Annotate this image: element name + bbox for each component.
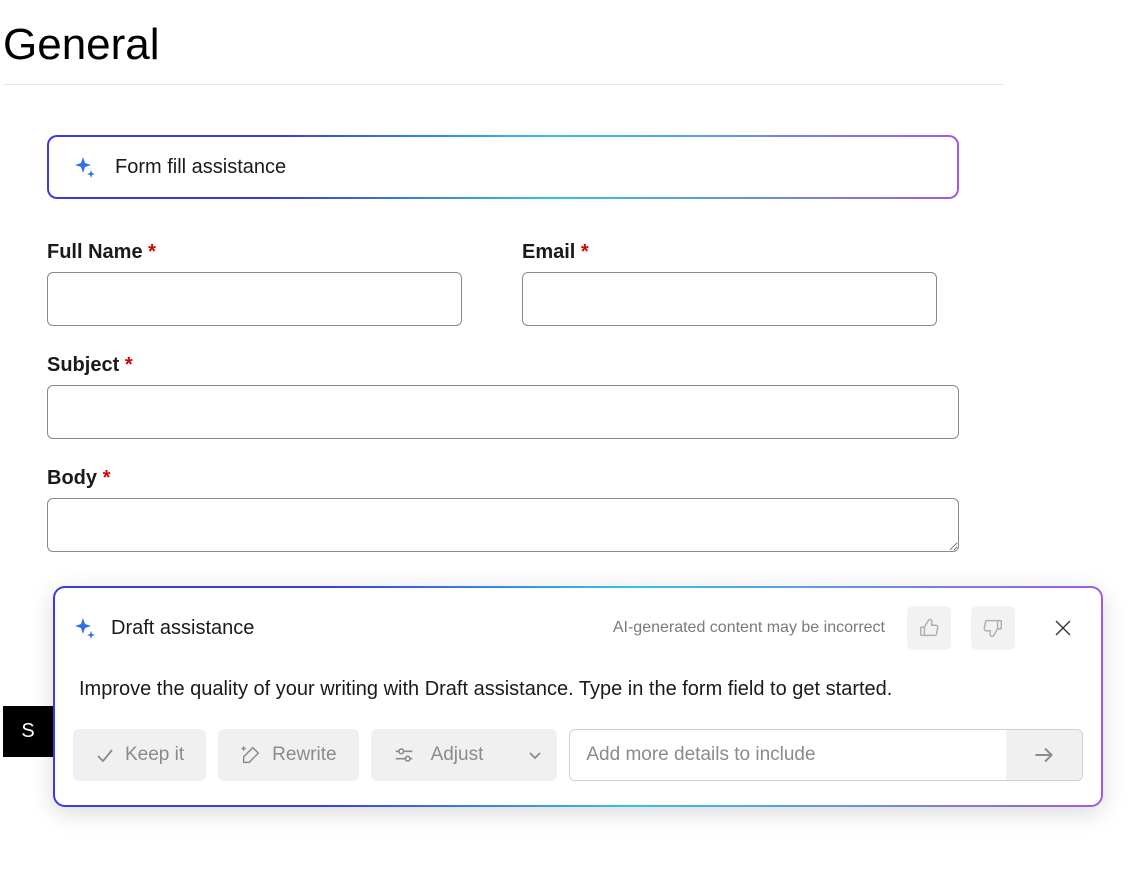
- close-icon: [1054, 619, 1072, 637]
- rewrite-icon: [240, 744, 262, 766]
- body-textarea[interactable]: [47, 498, 959, 552]
- required-marker: *: [581, 241, 589, 263]
- page-title: General: [3, 0, 1003, 85]
- required-marker: *: [103, 467, 111, 489]
- email-label: Email *: [522, 241, 959, 264]
- email-input[interactable]: [522, 272, 937, 326]
- subject-input[interactable]: [47, 385, 959, 439]
- check-icon: [95, 745, 115, 765]
- submit-button[interactable]: S: [3, 706, 53, 757]
- draft-assistance-popup: Draft assistance AI-generated content ma…: [53, 586, 1103, 807]
- full-name-label: Full Name *: [47, 241, 484, 264]
- sliders-icon: [393, 744, 415, 766]
- details-input[interactable]: [570, 730, 1006, 780]
- adjust-button[interactable]: Adjust: [371, 729, 558, 781]
- details-input-wrap: [569, 729, 1083, 781]
- draft-title: Draft assistance: [111, 617, 254, 640]
- thumbs-up-button[interactable]: [907, 606, 951, 650]
- draft-body-text: Improve the quality of your writing with…: [73, 650, 1083, 729]
- ai-disclaimer: AI-generated content may be incorrect: [613, 619, 885, 637]
- thumbs-up-icon: [918, 617, 940, 639]
- required-marker: *: [125, 354, 133, 376]
- body-label: Body *: [47, 467, 959, 490]
- form-fill-assistance-banner[interactable]: Form fill assistance: [47, 135, 959, 199]
- thumbs-down-button[interactable]: [971, 606, 1015, 650]
- subject-label: Subject *: [47, 354, 959, 377]
- form-container: Form fill assistance Full Name * Email *: [3, 85, 1003, 557]
- send-button[interactable]: [1006, 730, 1082, 780]
- rewrite-button[interactable]: Rewrite: [218, 729, 358, 781]
- sparkle-icon: [73, 616, 97, 640]
- full-name-input[interactable]: [47, 272, 462, 326]
- required-marker: *: [148, 241, 156, 263]
- arrow-right-icon: [1031, 742, 1057, 768]
- thumbs-down-icon: [982, 617, 1004, 639]
- sparkle-icon: [73, 155, 97, 179]
- keep-it-button[interactable]: Keep it: [73, 729, 206, 781]
- chevron-down-icon: [527, 747, 543, 763]
- assist-banner-label: Form fill assistance: [115, 156, 286, 179]
- close-button[interactable]: [1043, 608, 1083, 648]
